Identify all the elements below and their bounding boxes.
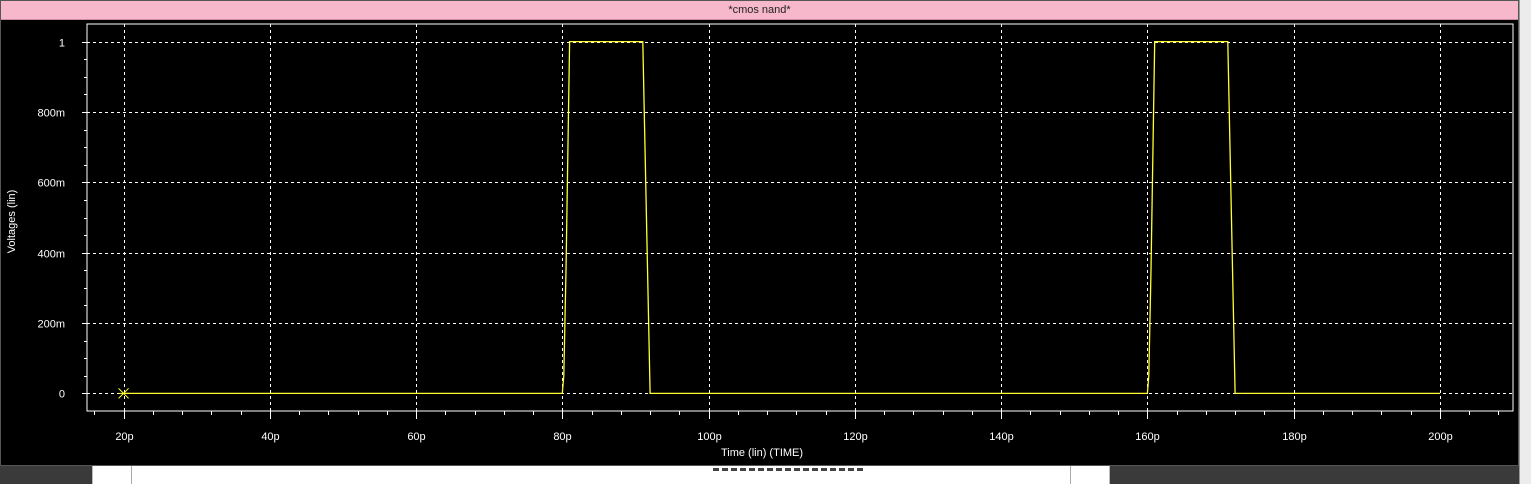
plot-border: [86, 23, 1514, 412]
y-tick-label: 200m: [37, 319, 65, 331]
y-tick-label: 1: [59, 38, 65, 50]
plot-area[interactable]: 0 200m 400m 600m 800m 1 20p 40p 60p 80p 100p 120p 14…: [1, 20, 1518, 465]
window-title: *cmos nand*: [1, 1, 1518, 20]
voltage-trace-line: [123, 40, 1440, 395]
y-tick-label: 600m: [37, 178, 65, 190]
page-margin-left: [131, 466, 132, 484]
y-tick-label: 400m: [37, 249, 65, 261]
clipped-text-line: [713, 468, 863, 471]
x-tick-label: 160p: [1135, 431, 1159, 443]
y-tick-label: 800m: [37, 108, 65, 120]
x-tick-label: 140p: [989, 431, 1013, 443]
x-tick-label: 40p: [261, 431, 279, 443]
x-tick-label: 80p: [553, 431, 571, 443]
x-tick-label: 120p: [843, 431, 867, 443]
page-margin-right: [1070, 466, 1071, 484]
x-tick-label: 100p: [697, 431, 721, 443]
background-document-page: [92, 466, 1110, 484]
y-axis-title: Voltages (lin): [6, 190, 18, 254]
x-tick-label: 20p: [115, 431, 133, 443]
x-tick-label: 180p: [1282, 431, 1306, 443]
x-tick-label: 60p: [407, 431, 425, 443]
y-tick-label: 0: [59, 389, 65, 401]
x-axis-title: Time (lin) (TIME): [721, 447, 803, 459]
waveform-chart[interactable]: 0200m400m600m800m120p 40p 60p 80p 100p 120p 14…: [1, 20, 1518, 465]
window-edge-scrollbar[interactable]: [1519, 0, 1531, 484]
x-tick-label: 200p: [1428, 431, 1452, 443]
waveform-window: *cmos nand* 0 200m 400m 600m 800m 1 20p 40p 60p 8…: [0, 0, 1519, 466]
